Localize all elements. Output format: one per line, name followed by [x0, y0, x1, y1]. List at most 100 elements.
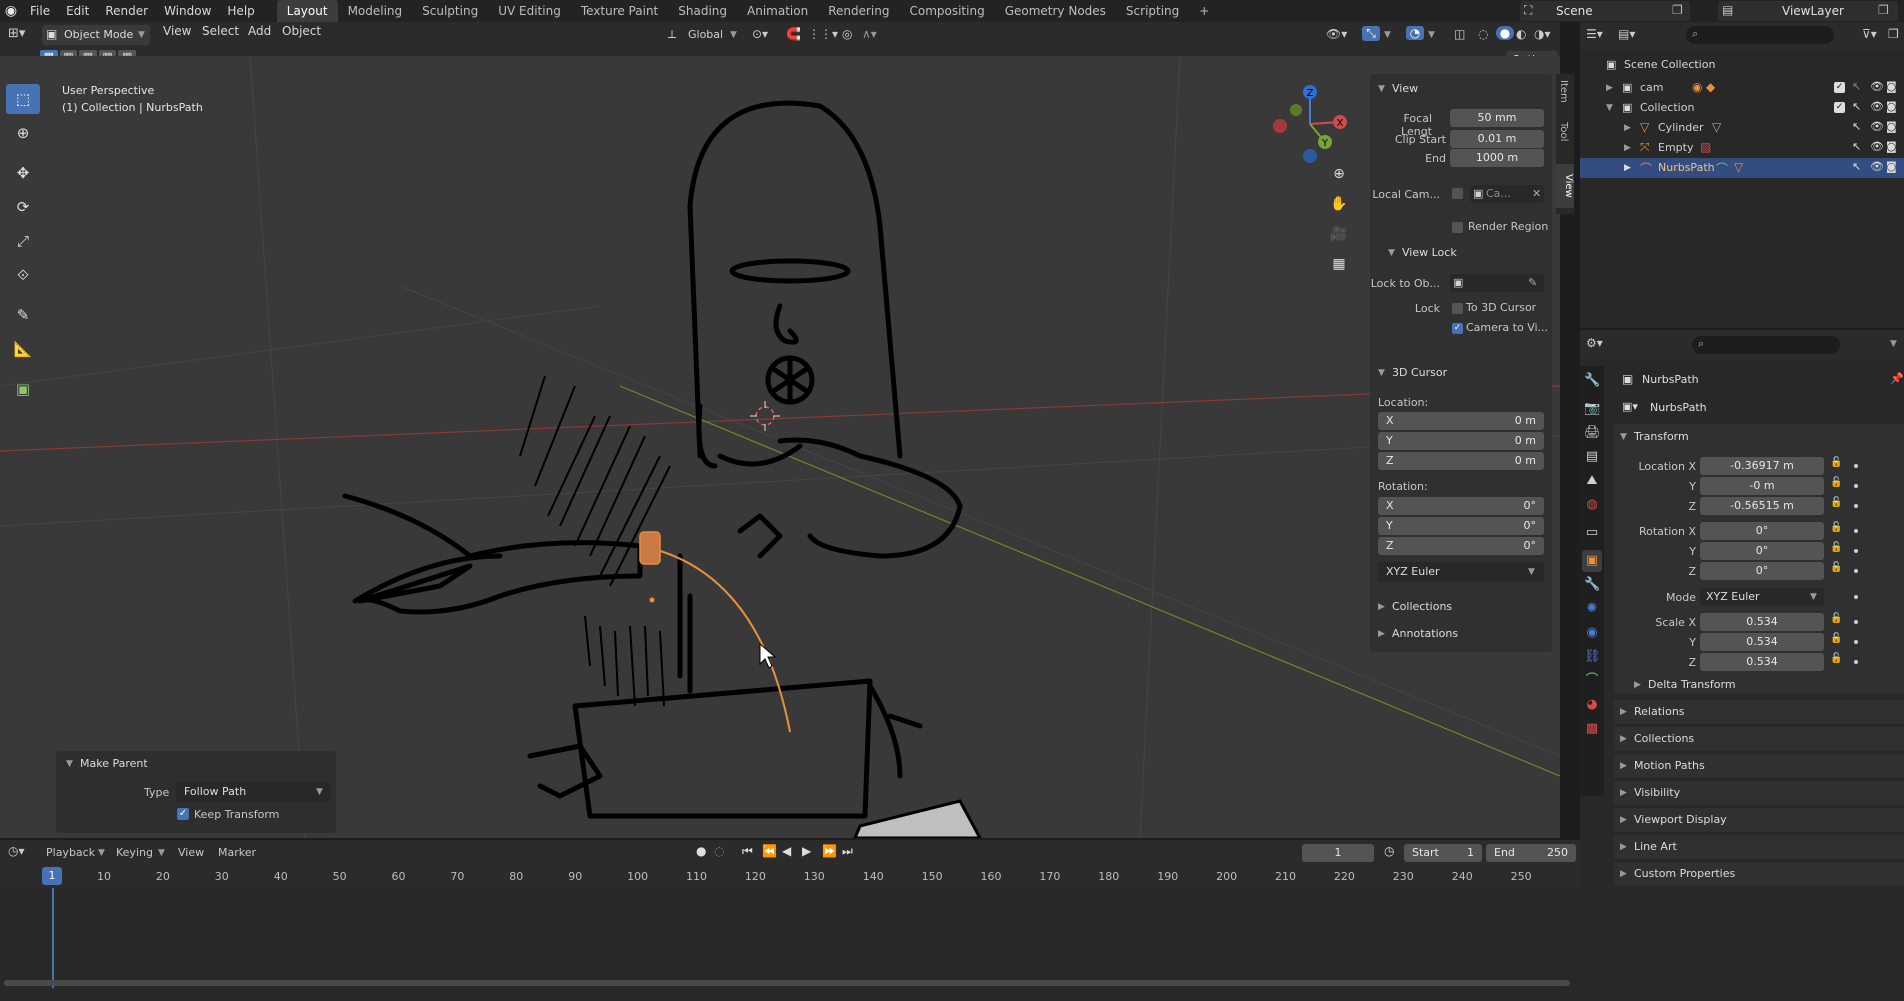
focal-length-field[interactable]: 50 mm [1450, 109, 1544, 127]
section-collections[interactable]: ▶ Collections [1614, 727, 1904, 751]
eye-icon[interactable]: 👁 [1870, 140, 1884, 153]
cursor-rotation-y[interactable]: Y 0° [1378, 517, 1544, 535]
menu-keying[interactable]: Keying [116, 846, 153, 859]
menu-render[interactable]: Render [97, 0, 156, 22]
viewport-menu-object[interactable]: Object [274, 20, 329, 42]
lock-icon[interactable]: 🔓 [1830, 653, 1842, 664]
overlay-icon[interactable]: ◔ [1406, 26, 1424, 40]
menu-window[interactable]: Window [156, 0, 219, 22]
render-properties-icon[interactable]: 📷 [1584, 398, 1600, 420]
rotate-tool-icon[interactable]: ⟳ [6, 192, 40, 222]
section-motion-paths[interactable]: ▶ Motion Paths [1614, 754, 1904, 778]
copy-viewlayer-icon[interactable]: ❐ [1878, 3, 1889, 17]
menu-file[interactable]: File [22, 0, 58, 22]
tab-shading[interactable]: Shading [668, 0, 737, 22]
tab-uv-editing[interactable]: UV Editing [488, 0, 571, 22]
outliner-row-collection[interactable]: ▼ ▣ Collection ✓ ↖ 👁 ◙ [1580, 98, 1904, 118]
render-camera-icon[interactable]: ◙ [1886, 80, 1897, 93]
eye-icon[interactable]: 👁 [1870, 120, 1884, 133]
clip-end-field[interactable]: 1000 m [1450, 149, 1544, 167]
clear-camera-icon[interactable]: ✕ [1532, 187, 1541, 200]
location-x-field[interactable]: -0.36917 m [1700, 457, 1824, 475]
outliner-row-nurbspath[interactable]: ▶ ⌒ NurbsPath ⌒ ▽ ↖ 👁 ◙ [1580, 158, 1904, 178]
lock-icon[interactable]: 🔓 [1830, 542, 1842, 553]
move-tool-icon[interactable]: ✥ [6, 158, 40, 188]
object-name-field[interactable]: ▣▾ NurbsPath [1620, 398, 1904, 418]
modifier-properties-icon[interactable]: 🔧 [1584, 574, 1600, 596]
keyframe-dot-icon[interactable] [1854, 484, 1858, 488]
zoom-icon[interactable]: ⊕ [1327, 166, 1351, 190]
eye-icon[interactable]: 👁 [1870, 160, 1884, 173]
jump-start-icon[interactable]: ⏮ [742, 844, 753, 859]
add-cube-tool-icon[interactable]: ▣ [6, 374, 40, 404]
cursor-rotation-x[interactable]: X 0° [1378, 497, 1544, 515]
rotation-x-field[interactable]: 0° [1700, 522, 1824, 540]
to-3d-cursor-checkbox[interactable] [1452, 303, 1463, 314]
orientation-dropdown[interactable]: Global [688, 28, 723, 41]
outliner-search-input[interactable]: ⌕ [1686, 26, 1834, 44]
view-layer-icon[interactable]: ▤ [1584, 446, 1600, 468]
filter-icon[interactable]: ⊽▾ [1862, 27, 1877, 41]
ortho-grid-icon[interactable]: ▦ [1327, 256, 1351, 280]
lock-icon[interactable]: 🔓 [1830, 633, 1842, 644]
playhead-marker[interactable]: 1 [42, 867, 62, 885]
preview-range-icon[interactable]: ◷ [1384, 844, 1394, 858]
navigation-gizmo[interactable]: Z X Y [1270, 84, 1350, 164]
tab-compositing[interactable]: Compositing [899, 0, 994, 22]
section-viewport-display[interactable]: ▶ Viewport Display [1614, 808, 1904, 832]
timeline-scrollbar[interactable] [4, 980, 1570, 986]
cursor-rotation-z[interactable]: Z 0° [1378, 537, 1544, 555]
outliner-row-cam[interactable]: ▶ ▣ cam ◉ ◆ ✓ ↖ 👁 ◙ [1580, 78, 1904, 98]
prev-keyframe-icon[interactable]: ⏪ [762, 844, 777, 858]
display-mode-icon[interactable]: ▤▾ [1618, 27, 1635, 41]
menu-playback[interactable]: Playback [46, 846, 95, 859]
keyframe-dot-icon[interactable] [1854, 595, 1858, 599]
collections-title[interactable]: Collections [1392, 600, 1452, 613]
menu-marker[interactable]: Marker [218, 846, 256, 859]
play-icon[interactable]: ▶ [802, 844, 811, 858]
lock-to-object-field[interactable]: ▣ ✎ [1450, 274, 1544, 292]
rotation-mode-dropdown[interactable]: XYZ Euler ▼ [1378, 562, 1544, 582]
lock-icon[interactable]: 🔓 [1830, 562, 1842, 573]
menu-edit[interactable]: Edit [58, 0, 97, 22]
camera-to-view-checkbox[interactable]: ✓ [1452, 323, 1463, 334]
visibility-icon[interactable]: 👁▾ [1326, 27, 1347, 41]
lock-icon[interactable]: 🔓 [1830, 497, 1842, 508]
lock-icon[interactable]: 🔓 [1830, 613, 1842, 624]
scale-tool-icon[interactable]: ⤢ [6, 226, 40, 256]
pin-icon[interactable]: 📌 [1890, 372, 1904, 385]
expand-icon[interactable]: ▶ [1606, 83, 1613, 93]
keep-transform-checkbox[interactable]: ✓ [177, 808, 189, 820]
type-dropdown[interactable]: Follow Path ▼ [176, 782, 330, 802]
scale-y-field[interactable]: 0.534 [1700, 633, 1824, 651]
data-properties-icon[interactable]: ⌒ [1584, 670, 1600, 692]
cylinder-object[interactable] [639, 531, 661, 565]
tab-texture-paint[interactable]: Texture Paint [571, 0, 668, 22]
falloff-icon[interactable]: ∧▾ [862, 27, 877, 41]
viewport-menu-view[interactable]: View [155, 20, 199, 42]
menu-view[interactable]: View [178, 846, 204, 859]
tab-layout[interactable]: Layout [276, 0, 338, 22]
proportional-edit-icon[interactable]: ◎ [842, 27, 852, 41]
eyedropper-icon[interactable]: ✎ [1528, 276, 1537, 289]
section-visibility[interactable]: ▶ Visibility [1614, 781, 1904, 805]
properties-search-input[interactable]: ⌕ [1692, 336, 1840, 354]
tab-view[interactable]: View [1556, 164, 1574, 208]
gizmo-chevron-icon[interactable]: ▼ [1384, 30, 1391, 40]
snap-icon[interactable]: 🧲 [786, 27, 801, 41]
tab-scripting[interactable]: Scripting [1116, 0, 1189, 22]
delta-transform-title[interactable]: Delta Transform [1648, 678, 1736, 691]
lock-icon[interactable]: 🔓 [1830, 522, 1842, 533]
particles-properties-icon[interactable]: ✺ [1584, 598, 1600, 620]
collapse-icon[interactable]: ▼ [1606, 103, 1613, 113]
cursor-location-y[interactable]: Y 0 m [1378, 432, 1544, 450]
shading-rendered-icon[interactable]: ◑▾ [1534, 27, 1551, 41]
editor-type-icon[interactable]: ⊞▾ [8, 26, 25, 41]
scene-properties-icon[interactable]: ⛰ [1584, 470, 1600, 492]
collapse-chevron-icon[interactable]: ▼ [66, 759, 73, 769]
viewlayer-selector[interactable]: ▤ ViewLayer ❐ [1718, 1, 1898, 21]
keyframe-dot-icon[interactable] [1854, 640, 1858, 644]
location-z-field[interactable]: -0.56515 m [1700, 497, 1824, 515]
expand-icon[interactable]: ▶ [1624, 163, 1631, 173]
clip-start-field[interactable]: 0.01 m [1450, 130, 1544, 148]
